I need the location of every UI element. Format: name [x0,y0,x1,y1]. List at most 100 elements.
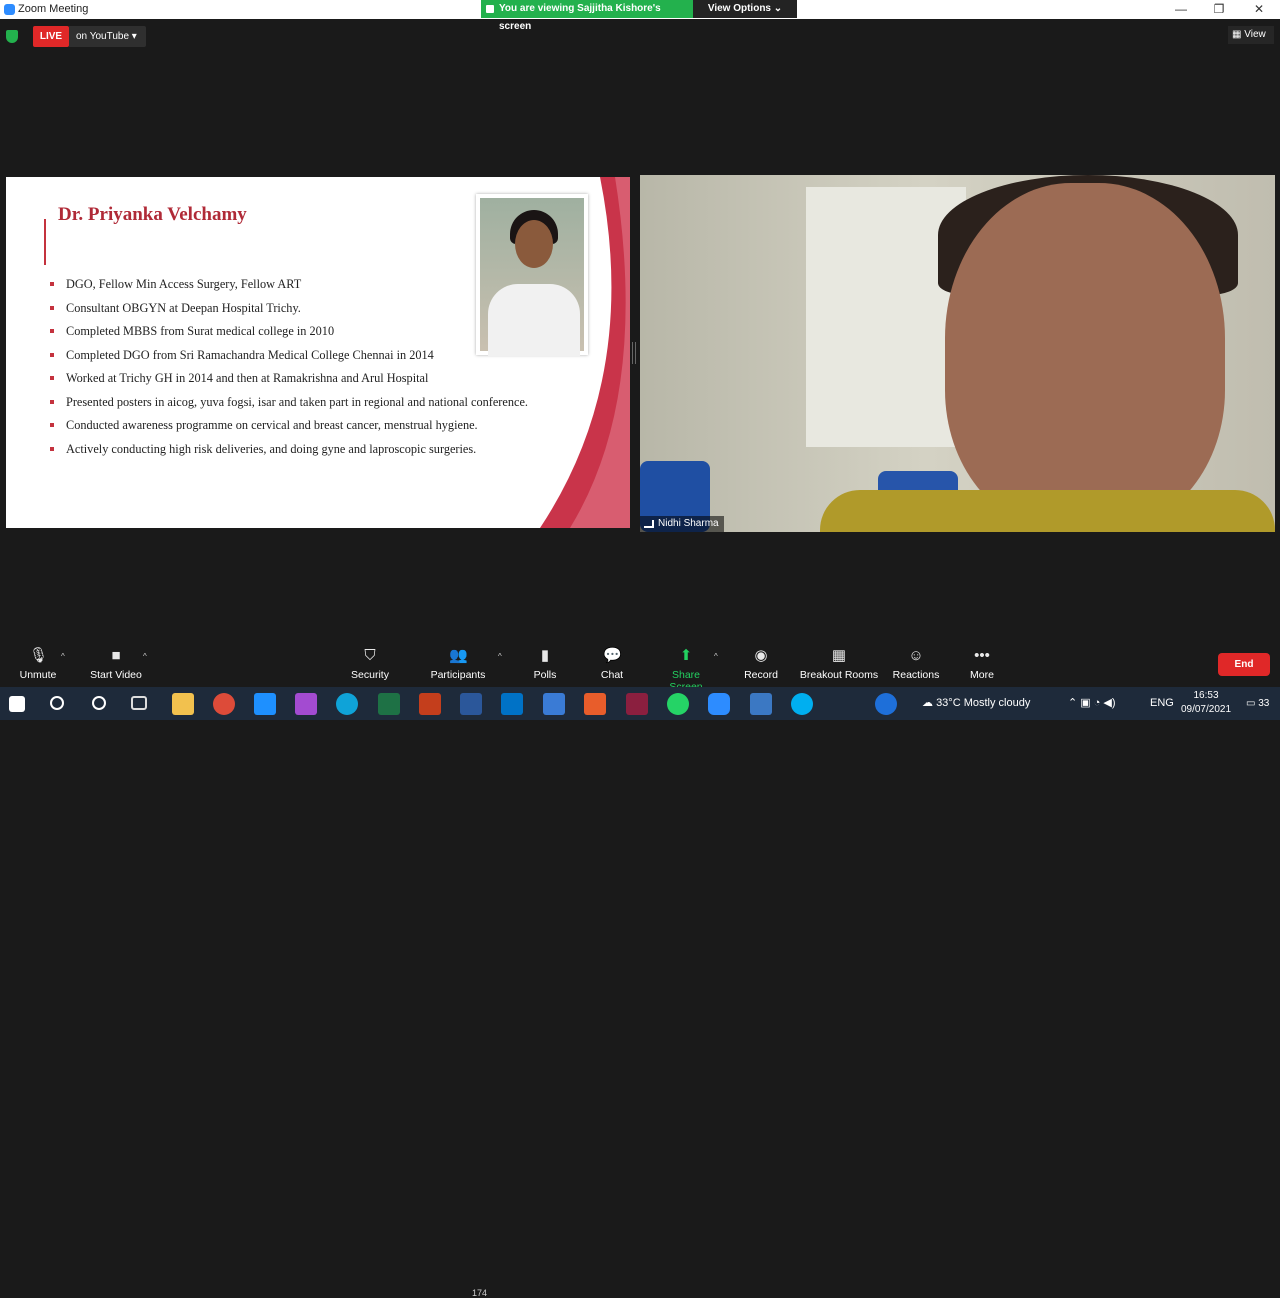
more-button[interactable]: ••• More [962,638,1002,686]
viewing-label: You are viewing Sajjitha Kishore's scree… [499,3,661,32]
bullet-item: Completed DGO from Sri Ramachandra Medic… [50,348,528,372]
close-icon[interactable]: ✕ [1240,0,1278,19]
audio-options-caret[interactable]: ^ [61,652,65,661]
live-platform-dropdown[interactable]: on YouTube ▾ [69,26,146,47]
participant-name: Nidhi Sharma [658,518,719,529]
screen-share-icon [486,5,494,13]
chat-label: Chat [600,669,624,681]
record-icon: ◉ [754,647,768,664]
app-icon[interactable] [295,693,317,715]
bullet-item: Worked at Trichy GH in 2014 and then at … [50,371,528,395]
language-indicator[interactable]: ENG [1150,687,1174,720]
weather-widget[interactable]: ☁ 33°C Mostly cloudy [922,687,1030,720]
polls-label: Polls [533,669,557,681]
more-icon: ••• [974,647,990,664]
video-off-icon: ■ [111,647,121,664]
participants-button[interactable]: 👥 Participants [428,638,488,686]
chat-button[interactable]: 💬 Chat [592,638,632,686]
bullet-item: DGO, Fellow Min Access Surgery, Fellow A… [50,277,528,301]
bullet-item: Presented posters in aicog, yuva fogsi, … [50,395,528,419]
help-icon[interactable] [875,693,897,715]
split-resize-handle[interactable] [632,342,636,364]
outlook-icon[interactable] [501,693,523,715]
todo-icon[interactable] [543,693,565,715]
powerpoint-icon[interactable] [419,693,441,715]
live-badge[interactable]: LIVE [33,26,69,47]
notification-icon: ▭ [1246,698,1259,709]
excel-icon[interactable] [378,693,400,715]
screen-share-banner: You are viewing Sajjitha Kishore's scree… [481,0,693,32]
app-icon[interactable] [750,693,772,715]
share-caret[interactable]: ^ [714,652,718,661]
participants-icon: 👥 [449,647,468,664]
clock-date: 09/07/2021 [1180,704,1232,715]
record-button[interactable]: ◉ Record [740,638,782,686]
windows-taskbar: ☁ 33°C Mostly cloudy ⌃ ▣ ◔ ◀) ENG 16:53 0… [0,687,1280,720]
search-icon[interactable] [50,696,64,710]
unmute-label: Unmute [19,669,57,681]
file-explorer-icon[interactable] [172,693,194,715]
title-accent-bar [44,219,46,265]
meeting-toolbar: 🎙 Unmute ^ ■ Start Video ^ ⛉ Security 👥 Part… [0,638,1280,1298]
cloud-icon: ☁ [922,697,937,709]
word-icon[interactable] [460,693,482,715]
participants-caret[interactable]: ^ [498,652,502,661]
participants-count: 174 [472,1288,488,1298]
share-screen-button[interactable]: ⬆Share Screen [654,638,718,694]
start-video-label: Start Video [90,669,142,681]
bullet-item: Actively conducting high risk deliveries… [50,442,528,466]
breakout-rooms-label: Breakout Rooms [799,669,879,681]
participant-name-tag: Nidhi Sharma [640,516,724,532]
view-button[interactable]: ▦ View [1228,26,1274,44]
app-icon[interactable] [626,693,648,715]
windows-start-icon[interactable] [9,696,25,712]
muted-mic-icon: 🎙 [29,647,49,664]
video-options-caret[interactable]: ^ [143,652,147,661]
cortana-icon[interactable] [92,696,106,710]
shared-slide: Dr. Priyanka Velchamy DGO, Fellow Min Ac… [6,177,630,528]
more-label: More [970,669,994,681]
chat-icon: 💬 [603,647,622,664]
security-button[interactable]: ⛉ Security [345,638,395,686]
title-bar: Zoom Meeting You are viewing Sajjitha Ki… [0,0,1280,32]
whatsapp-icon[interactable] [667,693,689,715]
app-icon[interactable] [254,693,276,715]
end-meeting-button[interactable]: End [1218,653,1270,676]
record-label: Record [744,669,778,681]
bullet-item: Completed MBBS from Surat medical colleg… [50,324,528,348]
reactions-icon: ☺ [908,647,924,664]
start-video-button[interactable]: ■ Start Video [86,638,146,686]
window-title: Zoom Meeting [18,3,89,15]
clock-time: 16:53 [1193,690,1219,701]
skype-icon[interactable] [791,693,813,715]
security-label: Security [351,669,389,681]
view-options-button[interactable]: View Options ⌄ [693,0,797,18]
unmute-button[interactable]: 🎙 Unmute [14,638,62,686]
zoom-app-icon [4,4,15,15]
zoom-taskbar-icon[interactable] [708,693,730,715]
polls-icon: ▮ [540,647,550,664]
polls-button[interactable]: ▮ Polls [525,638,565,686]
app-icon[interactable] [584,693,606,715]
bullet-item: Conducted awareness programme on cervica… [50,418,528,442]
bullet-list: DGO, Fellow Min Access Surgery, Fellow A… [50,277,528,465]
chrome-icon[interactable] [213,693,235,715]
task-view-icon[interactable] [131,696,147,710]
edge-icon[interactable] [336,693,358,715]
bullet-item: Consultant OBGYN at Deepan Hospital Tric… [50,301,528,325]
slide-title: Dr. Priyanka Velchamy [58,204,247,225]
shield-icon: ⛉ [364,647,376,664]
notification-center[interactable]: ▭ 33 [1246,687,1269,720]
participants-label: Participants [430,669,486,681]
tray-icons[interactable]: ⌃ ▣ ◔ ◀) [1068,687,1116,720]
system-clock[interactable]: 16:53 09/07/2021 [1176,689,1236,717]
participant-video[interactable] [640,175,1275,532]
minimize-icon[interactable]: — [1162,0,1200,19]
share-screen-icon: ⬆ [679,647,693,664]
weather-text: 33°C Mostly cloudy [936,697,1031,709]
security-shield-icon [6,30,18,43]
reactions-button[interactable]: ☺ Reactions [890,638,942,686]
breakout-rooms-button[interactable]: ▦ Breakout Rooms [798,638,880,686]
maximize-icon[interactable]: ❐ [1200,0,1238,19]
reactions-label: Reactions [892,669,940,681]
